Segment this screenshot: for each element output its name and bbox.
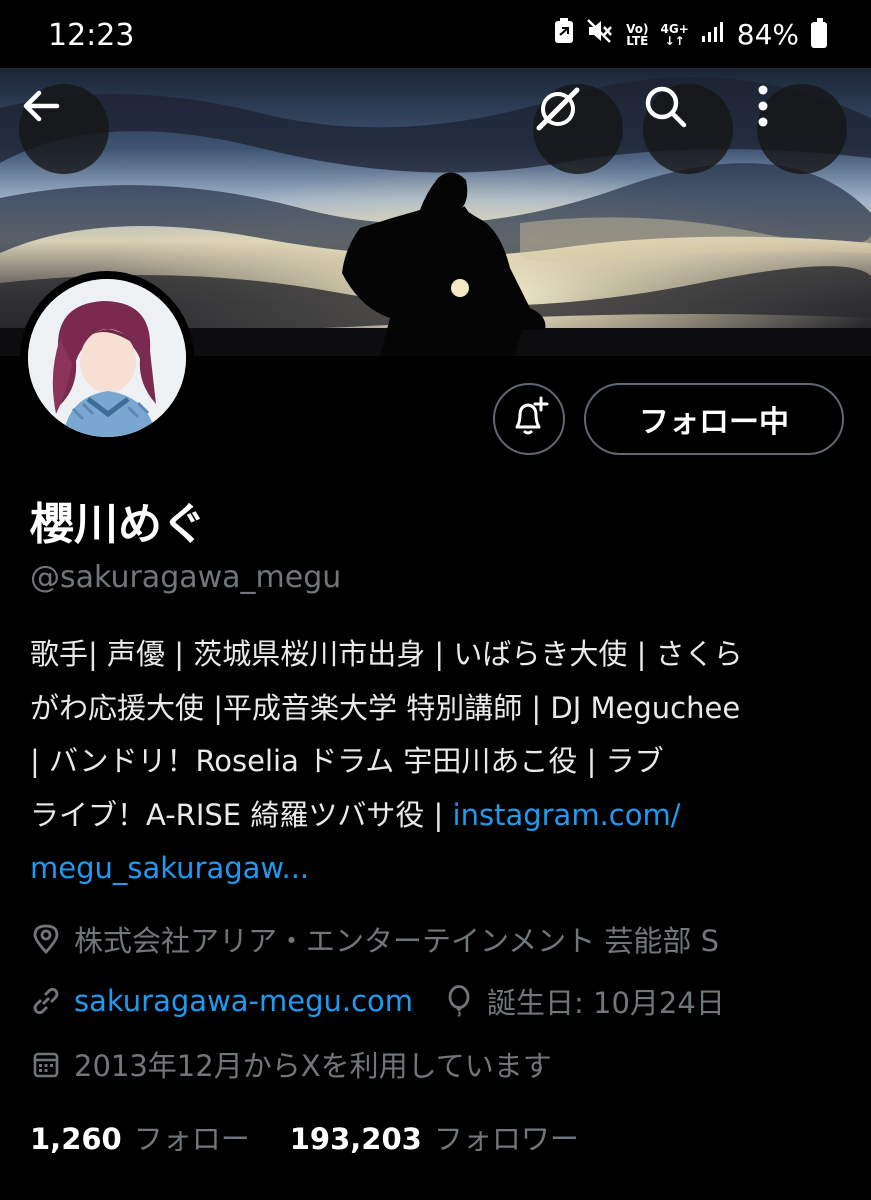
followers-label[interactable]: フォロワー: [434, 1116, 579, 1158]
website-birthday-row: sakuragawa-megu.com 誕生日: 10月24日: [30, 980, 725, 1022]
more-button[interactable]: [757, 84, 847, 174]
status-bar: 12:23 Vo) LTE 4G+ ↓↑ 84%: [0, 0, 871, 70]
following-label[interactable]: フォロー: [134, 1116, 250, 1158]
bio-line: | バンドリ！Roselia ドラム 宇田川あこ役 | ラブ: [30, 744, 664, 778]
avatar-frame[interactable]: [20, 271, 194, 445]
data-saver-icon: [554, 18, 574, 51]
followers-count[interactable]: 193,203: [290, 1122, 422, 1156]
calendar-icon: [30, 1048, 62, 1080]
data-arrows-icon: ↓↑: [664, 33, 685, 48]
volte-top: Vo): [626, 21, 649, 36]
avatar[interactable]: [28, 279, 186, 437]
display-name: 櫻川めぐ: [30, 499, 206, 550]
battery-percent: 84%: [736, 18, 799, 51]
follow-stats: 1,260 フォロー 193,203 フォロワー: [30, 1116, 619, 1158]
location-row: 株式会社アリア・エンターテインメント 芸能部 S: [30, 918, 719, 960]
grok-button[interactable]: [533, 84, 623, 174]
bio-line: ライブ！A-RISE 綺羅ツバサ役 | instagram.com/: [30, 789, 830, 843]
bio-line: がわ応援大使 |平成音楽大学 特別講師 | DJ Meguchee: [30, 690, 741, 725]
network-type: 4G+ ↓↑: [661, 23, 689, 47]
joined-text: 2013年12月からXを利用しています: [74, 1049, 552, 1083]
network-type-label: 4G+: [660, 21, 689, 36]
mute-icon: [586, 18, 614, 51]
website-link[interactable]: sakuragawa-megu.com: [74, 984, 413, 1018]
balloon-icon: [443, 985, 475, 1017]
bio-instagram-link[interactable]: instagram.com/: [453, 798, 681, 832]
location-text: 株式会社アリア・エンターテインメント 芸能部 S: [74, 924, 719, 958]
link-icon: [30, 985, 62, 1017]
profile-bio: 歌手| 声優 | 茨城県桜川市出身 | いばらき大使 | さくら がわ応援大使 …: [30, 628, 830, 896]
status-icons: Vo) LTE 4G+ ↓↑ 84%: [554, 17, 827, 51]
bio-line: 歌手| 声優 | 茨城県桜川市出身 | いばらき大使 | さくら: [30, 637, 743, 671]
bio-text: ライブ！A-RISE 綺羅ツバサ役 |: [30, 797, 453, 832]
volte-indicator: Vo) LTE: [626, 23, 648, 47]
joined-row: 2013年12月からXを利用しています: [30, 1043, 552, 1085]
back-button[interactable]: [19, 84, 109, 174]
user-handle: @sakuragawa_megu: [30, 560, 342, 595]
birthday-text: 誕生日: 10月24日: [487, 986, 725, 1020]
search-button[interactable]: [643, 84, 733, 174]
notifications-button[interactable]: [493, 383, 565, 455]
battery-icon: [811, 17, 827, 48]
bell-plus-icon: [507, 395, 551, 443]
volte-bottom: LTE: [626, 33, 649, 48]
signal-icon: [701, 18, 725, 51]
following-count[interactable]: 1,260: [30, 1122, 122, 1156]
avatar-image: [28, 279, 186, 437]
following-button[interactable]: フォロー中: [584, 383, 844, 455]
status-time: 12:23: [48, 18, 135, 53]
bio-line: megu_sakuragaw...: [30, 842, 830, 896]
location-pin-icon: [30, 923, 62, 955]
bio-instagram-link-cont[interactable]: megu_sakuragaw...: [30, 851, 309, 885]
